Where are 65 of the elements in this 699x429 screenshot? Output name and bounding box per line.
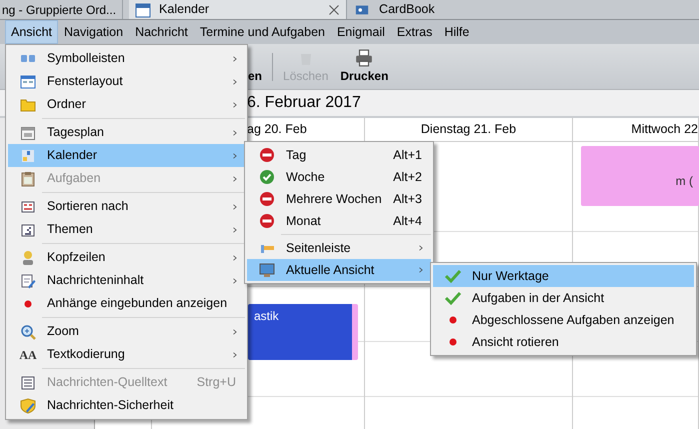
menu-item[interactable]: Sortieren nach (8, 195, 245, 218)
chevron-right-icon (232, 276, 238, 285)
zoom-icon (20, 324, 36, 340)
notepad-pencil-icon (20, 272, 36, 288)
menu-item[interactable]: Monat Alt+4 (247, 210, 431, 232)
monitor-icon (259, 262, 275, 278)
source-icon (20, 374, 36, 390)
menu-item[interactable]: Kalender (8, 144, 245, 167)
toolbar-button[interactable]: Drucken (338, 48, 390, 84)
window-icon (20, 74, 36, 90)
calendar-event[interactable]: astik (248, 304, 358, 360)
chevron-right-icon (232, 152, 238, 160)
menu-bar-item[interactable]: Nachricht (129, 20, 194, 44)
chevron-right-icon (232, 128, 238, 137)
menu-item[interactable]: Themen (8, 218, 245, 241)
printer-icon (355, 48, 374, 66)
menu-bar-item[interactable]: Ansicht (5, 20, 58, 44)
menu-bar-item[interactable]: Termine und Aufgaben (194, 20, 331, 44)
chevron-right-icon (232, 350, 238, 359)
menu-item[interactable]: Abgeschlossene Aufgaben anzeigen (433, 309, 694, 331)
calendar-event[interactable]: m ( (581, 146, 699, 206)
menu-item[interactable]: Seitenleiste (247, 237, 431, 259)
menu-item[interactable]: Woche Alt+2 (247, 166, 431, 188)
tab[interactable]: CardBook (347, 0, 548, 19)
sort-icon (20, 198, 36, 214)
menu-item[interactable]: Nur Werktage (433, 265, 694, 287)
chevron-right-icon (232, 54, 238, 63)
toolbar-button[interactable]: en (246, 66, 264, 84)
menu-item[interactable]: Anhänge eingebunden anzeigen (8, 292, 245, 315)
chevron-right-icon (232, 174, 238, 183)
menu-item[interactable]: Nachrichteninhalt (8, 269, 245, 292)
tab[interactable]: ng - Gruppierte Ord... (0, 0, 124, 19)
menu-item[interactable]: Aktuelle Ansicht (247, 259, 431, 281)
text-encoding-icon: AA (19, 346, 37, 364)
menu-item[interactable]: AA Textkodierung (8, 343, 245, 366)
chevron-right-icon (232, 78, 238, 86)
chevron-right-icon (232, 202, 238, 211)
tab[interactable]: Kalender (129, 0, 348, 19)
menu-item[interactable]: Kopfzeilen (8, 246, 245, 269)
chevron-right-icon (232, 100, 238, 109)
chevron-right-icon (418, 266, 424, 274)
date-title: 6. Februar 2017 (247, 93, 361, 113)
menu-bar-item[interactable]: Navigation (58, 20, 130, 44)
menu-item[interactable]: Nachrichten-Sicherheit (8, 394, 245, 417)
person-icon (20, 250, 36, 266)
chevron-right-icon (418, 244, 424, 252)
shield-pen-icon (20, 398, 36, 414)
menu-item[interactable]: Fensterlayout (8, 70, 245, 93)
chevron-right-icon (232, 254, 238, 262)
menu-item[interactable]: Mehrere Wochen Alt+3 (247, 188, 431, 210)
menu-bar-item[interactable]: Extras (390, 20, 438, 44)
close-icon (328, 4, 340, 16)
menu-item[interactable]: Zoom (8, 320, 245, 343)
clipboard-icon (20, 170, 36, 186)
menu-item[interactable]: Ansicht rotieren (433, 331, 694, 353)
folder-icon (20, 96, 36, 112)
chevron-right-icon (232, 328, 238, 336)
day-header: Mittwoch 22 (573, 118, 698, 142)
menu-item[interactable]: Symbolleisten (8, 47, 245, 70)
menu-item[interactable]: Tag Alt+1 (247, 144, 431, 166)
menu-bar-item[interactable]: Hilfe (438, 20, 476, 44)
menu-bar-item[interactable]: Enigmail (330, 20, 391, 44)
menu-item[interactable]: Ordner (8, 93, 245, 116)
chevron-right-icon (232, 226, 238, 234)
menu-item[interactable]: Aufgaben in der Ansicht (433, 287, 694, 309)
